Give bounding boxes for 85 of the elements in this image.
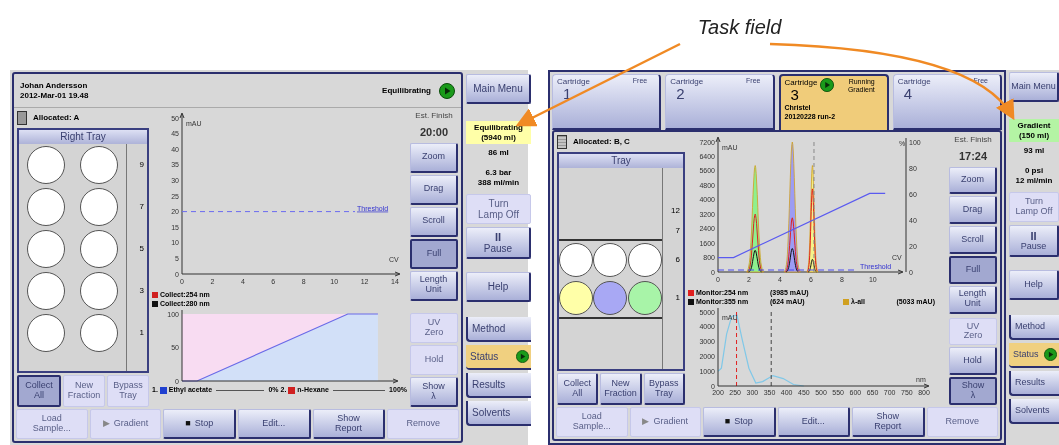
menu-tab[interactable]: Status xyxy=(1009,343,1059,369)
tray-well[interactable] xyxy=(627,242,662,277)
tray-title: Right Tray xyxy=(19,130,147,144)
menu-tab[interactable]: Results xyxy=(1009,371,1059,397)
action-button[interactable]: Edit... xyxy=(238,409,311,439)
tray-well[interactable] xyxy=(26,146,65,184)
chart-tool-button[interactable]: Drag xyxy=(410,174,458,205)
menu-tab[interactable]: Method xyxy=(1009,315,1059,341)
tray-well[interactable] xyxy=(559,280,594,315)
play-icon xyxy=(439,82,455,99)
chart-tool-button[interactable]: Length Unit xyxy=(410,270,458,301)
est-finish-time: 17:24 xyxy=(957,149,989,164)
play-icon xyxy=(1044,348,1057,362)
main-menu-button[interactable]: Main Menu xyxy=(1009,72,1059,102)
tray-icon xyxy=(557,135,567,149)
tray-button[interactable]: Collect All xyxy=(17,375,61,407)
row-number: 6 xyxy=(675,253,680,266)
chart-tool-button[interactable]: Show λ xyxy=(949,377,997,405)
volume-reading: 86 ml xyxy=(487,147,510,160)
tray-well[interactable] xyxy=(593,242,628,277)
tray-well[interactable] xyxy=(80,188,119,226)
tray-well[interactable] xyxy=(593,280,628,315)
user-date-text: Johan Andersson 2012-Mar-01 19.48 xyxy=(20,80,89,101)
menu-tab[interactable]: Method xyxy=(466,317,531,343)
tray-well[interactable] xyxy=(80,272,119,310)
main-menu-button[interactable]: Main Menu xyxy=(466,74,531,104)
menu-tab[interactable]: Results xyxy=(466,373,531,399)
menu-tab[interactable]: Solvents xyxy=(1009,399,1059,425)
menu-tab[interactable]: Status xyxy=(466,345,531,371)
row-number: 3 xyxy=(139,285,144,297)
row-number: 9 xyxy=(139,159,144,171)
pressure-flow-reading: 0 psi 12 ml/min xyxy=(1014,166,1054,186)
allocated-label: Allocated: A xyxy=(33,112,80,124)
play-icon xyxy=(516,350,529,364)
task-field: Equilibrating (5940 ml) xyxy=(466,121,531,145)
action-button[interactable]: Show Report xyxy=(312,409,386,439)
volume-reading: 93 ml xyxy=(1022,145,1046,158)
allocated-label: Allocated: B, C xyxy=(573,136,630,148)
chart-tool-button[interactable]: Drag xyxy=(949,196,997,225)
chart-tool-button[interactable]: Hold xyxy=(949,347,997,376)
tray-well[interactable] xyxy=(26,230,65,268)
chart-tool-button[interactable]: Scroll xyxy=(410,206,458,237)
menu-tab[interactable]: Solvents xyxy=(466,401,531,427)
row-number: 7 xyxy=(139,201,144,213)
chart-tool-button[interactable]: Show λ xyxy=(410,377,458,407)
chart-tool-button[interactable]: Full xyxy=(410,238,458,269)
play-icon xyxy=(820,78,835,92)
tray-well[interactable] xyxy=(26,188,65,226)
help-button[interactable]: Help xyxy=(1009,270,1059,301)
action-button[interactable]: ■ Stop xyxy=(163,409,236,439)
chart-tool-button[interactable]: Zoom xyxy=(410,142,458,173)
pause-button[interactable]: II Pause xyxy=(466,227,531,260)
chart-tool-button[interactable]: Full xyxy=(949,255,997,284)
row-number: 7 xyxy=(675,224,680,237)
tray-button[interactable]: Bypass Tray xyxy=(643,373,685,405)
tray-well[interactable] xyxy=(559,242,594,277)
chart-tool-button[interactable]: Scroll xyxy=(949,226,997,254)
tray-icon xyxy=(17,111,27,125)
action-button[interactable]: ■ Stop xyxy=(703,407,776,437)
tray-well[interactable] xyxy=(80,146,119,184)
tray-well[interactable] xyxy=(80,314,119,352)
est-finish-label: Est. Finish xyxy=(414,110,454,122)
pause-button[interactable]: II Pause xyxy=(1009,225,1059,258)
callout-label: Task field xyxy=(697,15,782,40)
task-field: Gradient (150 ml) xyxy=(1009,119,1059,143)
tray-well[interactable] xyxy=(26,314,65,352)
tray-well[interactable] xyxy=(627,280,662,315)
est-finish-time: 20:00 xyxy=(418,125,450,140)
action-button[interactable]: Show Report xyxy=(852,407,925,437)
chart-tool-button[interactable]: Zoom xyxy=(949,166,997,195)
tray-button[interactable]: New Fraction xyxy=(600,373,642,405)
tray-title: Tray xyxy=(559,154,683,168)
est-finish-label: Est. Finish xyxy=(953,134,993,146)
row-number: 5 xyxy=(139,243,144,255)
help-button[interactable]: Help xyxy=(466,272,531,303)
run-status: Equilibrating xyxy=(382,84,431,97)
tray-button[interactable]: Collect All xyxy=(557,373,599,405)
row-number: 12 xyxy=(671,204,680,217)
chart-tool-button[interactable]: Length Unit xyxy=(949,285,997,314)
pressure-flow-reading: 6.3 bar 388 ml/min xyxy=(476,168,521,188)
action-button[interactable]: Edit... xyxy=(777,407,850,437)
row-number: 1 xyxy=(675,291,680,304)
tray-well[interactable] xyxy=(26,272,65,310)
row-number: 1 xyxy=(139,327,144,339)
tray-well[interactable] xyxy=(80,230,119,268)
